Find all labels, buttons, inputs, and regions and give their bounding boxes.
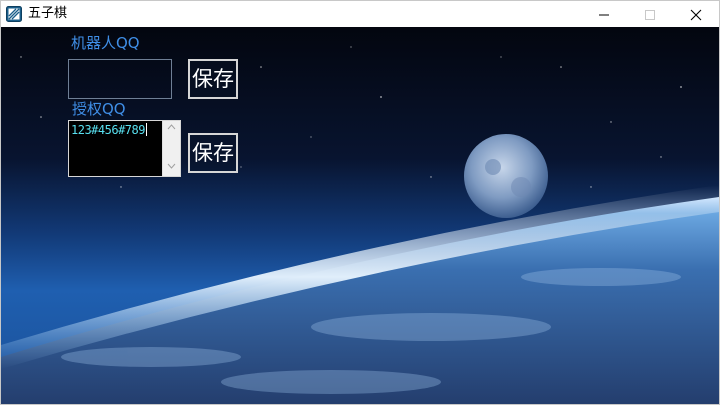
- save-robot-qq-button[interactable]: 保存: [188, 59, 238, 99]
- minimize-button[interactable]: [581, 1, 627, 27]
- title-bar[interactable]: 五子棋: [1, 1, 719, 27]
- text-caret: [145, 123, 147, 136]
- auth-qq-textarea[interactable]: 123#456#789: [68, 120, 181, 177]
- close-button[interactable]: [673, 1, 719, 27]
- scroll-up-arrow-icon[interactable]: [167, 124, 176, 130]
- auth-qq-value: 123#456#789: [71, 123, 145, 137]
- app-window: 五子棋 机器人QQ 保存 授权QQ 123#456#789 保存: [0, 0, 720, 405]
- client-area: 机器人QQ 保存 授权QQ 123#456#789 保存: [1, 27, 719, 404]
- maximize-icon: [645, 10, 655, 20]
- robot-qq-label: 机器人QQ: [71, 34, 140, 52]
- auth-qq-label: 授权QQ: [72, 100, 126, 118]
- textarea-scrollbar[interactable]: [162, 121, 180, 176]
- moon: [464, 134, 548, 218]
- close-icon: [690, 9, 702, 21]
- minimize-icon: [599, 14, 609, 16]
- scroll-down-arrow-icon[interactable]: [167, 163, 176, 169]
- robot-qq-input[interactable]: [68, 59, 172, 99]
- window-title: 五子棋: [28, 6, 68, 21]
- save-auth-qq-button[interactable]: 保存: [188, 133, 238, 173]
- app-icon: [6, 6, 22, 22]
- maximize-button[interactable]: [627, 1, 673, 27]
